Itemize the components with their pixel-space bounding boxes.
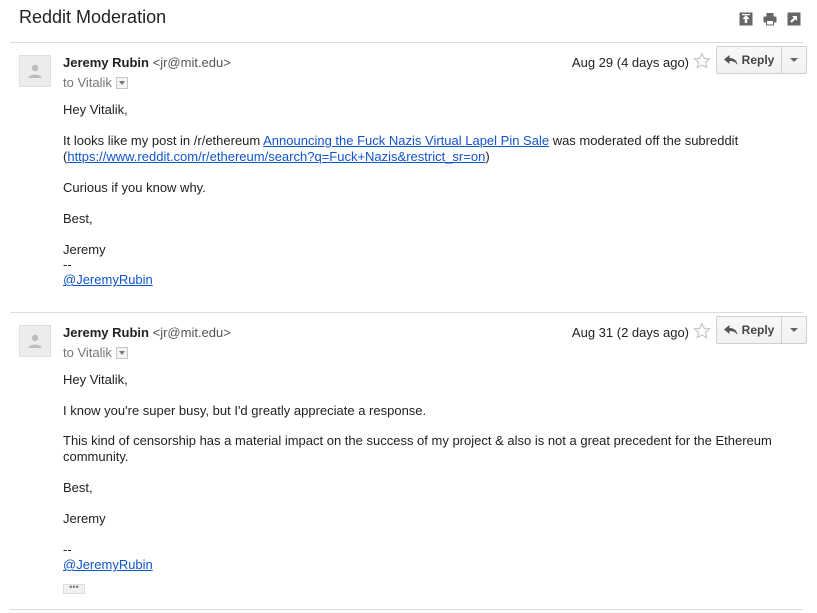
reply-label: Reply (741, 323, 775, 337)
star-icon[interactable] (693, 52, 711, 70)
signature-name: Jeremy (63, 242, 106, 257)
star-icon[interactable] (693, 322, 711, 340)
show-details-dropdown[interactable] (115, 76, 128, 89)
signature-name: Jeremy (63, 511, 106, 526)
sender-name: Jeremy Rubin (63, 325, 149, 340)
reply-arrow-icon (723, 325, 738, 335)
thread-toolbar (739, 12, 801, 26)
paragraph: It looks like my post in /r/ethereum Ann… (63, 133, 738, 165)
avatar (19, 55, 51, 87)
person-icon (28, 64, 42, 78)
sender[interactable]: Jeremy Rubin <jr@mit.edu> (63, 55, 231, 70)
sender-name: Jeremy Rubin (63, 55, 149, 70)
message-2: Jeremy Rubin <jr@mit.edu> to Vitalik Aug… (0, 316, 817, 605)
subject-title: Reddit Moderation (19, 7, 167, 27)
paragraph: Curious if you know why. (63, 180, 206, 195)
signoff: Best, (63, 211, 93, 226)
greeting: Hey Vitalik, (63, 372, 128, 387)
message-1: Jeremy Rubin <jr@mit.edu> to Vitalik Aug… (0, 46, 817, 305)
paragraph-text: was moderated off the subreddit (549, 133, 739, 148)
print-icon[interactable] (763, 12, 777, 26)
paragraph-text: This kind of censorship has a material i… (63, 433, 772, 448)
paren-close: ) (485, 149, 490, 164)
expand-all-icon[interactable] (739, 12, 753, 26)
show-trimmed-content-button[interactable]: ••• (63, 583, 85, 594)
paragraph: I know you're super busy, but I'd greatl… (63, 403, 427, 418)
post-link[interactable]: Announcing the Fuck Nazis Virtual Lapel … (263, 133, 549, 148)
paragraph-text: It looks like my post in /r/ethereum (63, 133, 264, 148)
reply-button[interactable]: Reply (716, 46, 782, 74)
message-divider (10, 609, 803, 610)
signature-dash: -- (63, 542, 72, 557)
sender-email: <jr@mit.edu> (152, 325, 231, 340)
reply-label: Reply (741, 53, 775, 67)
paragraph-text: community. (63, 449, 129, 464)
person-icon (28, 334, 42, 348)
paragraph: This kind of censorship has a material i… (63, 433, 772, 465)
new-window-icon[interactable] (787, 12, 801, 26)
sender-email: <jr@mit.edu> (152, 55, 231, 70)
reply-arrow-icon (723, 55, 738, 65)
greeting: Hey Vitalik, (63, 102, 128, 117)
sender[interactable]: Jeremy Rubin <jr@mit.edu> (63, 325, 231, 340)
recipient-label: to Vitalik (63, 75, 112, 90)
message-divider (10, 312, 803, 313)
reply-button[interactable]: Reply (716, 316, 782, 344)
message-date: Aug 29 (4 days ago) (571, 55, 689, 70)
message-date: Aug 31 (2 days ago) (571, 325, 689, 340)
search-url-link[interactable]: https://www.reddit.com/r/ethereum/search… (67, 149, 485, 164)
show-details-dropdown[interactable] (115, 346, 128, 359)
recipient-line: to Vitalik (63, 75, 128, 90)
recipient-label: to Vitalik (63, 345, 112, 360)
header-divider (10, 42, 803, 43)
signoff: Best, (63, 480, 93, 495)
recipient-line: to Vitalik (63, 345, 128, 360)
more-options-button[interactable] (781, 46, 807, 74)
signature-handle-link[interactable]: @JeremyRubin (63, 272, 153, 288)
signature-handle-link[interactable]: @JeremyRubin (63, 557, 153, 573)
signature-dash: -- (63, 257, 72, 272)
avatar (19, 325, 51, 357)
more-options-button[interactable] (781, 316, 807, 344)
